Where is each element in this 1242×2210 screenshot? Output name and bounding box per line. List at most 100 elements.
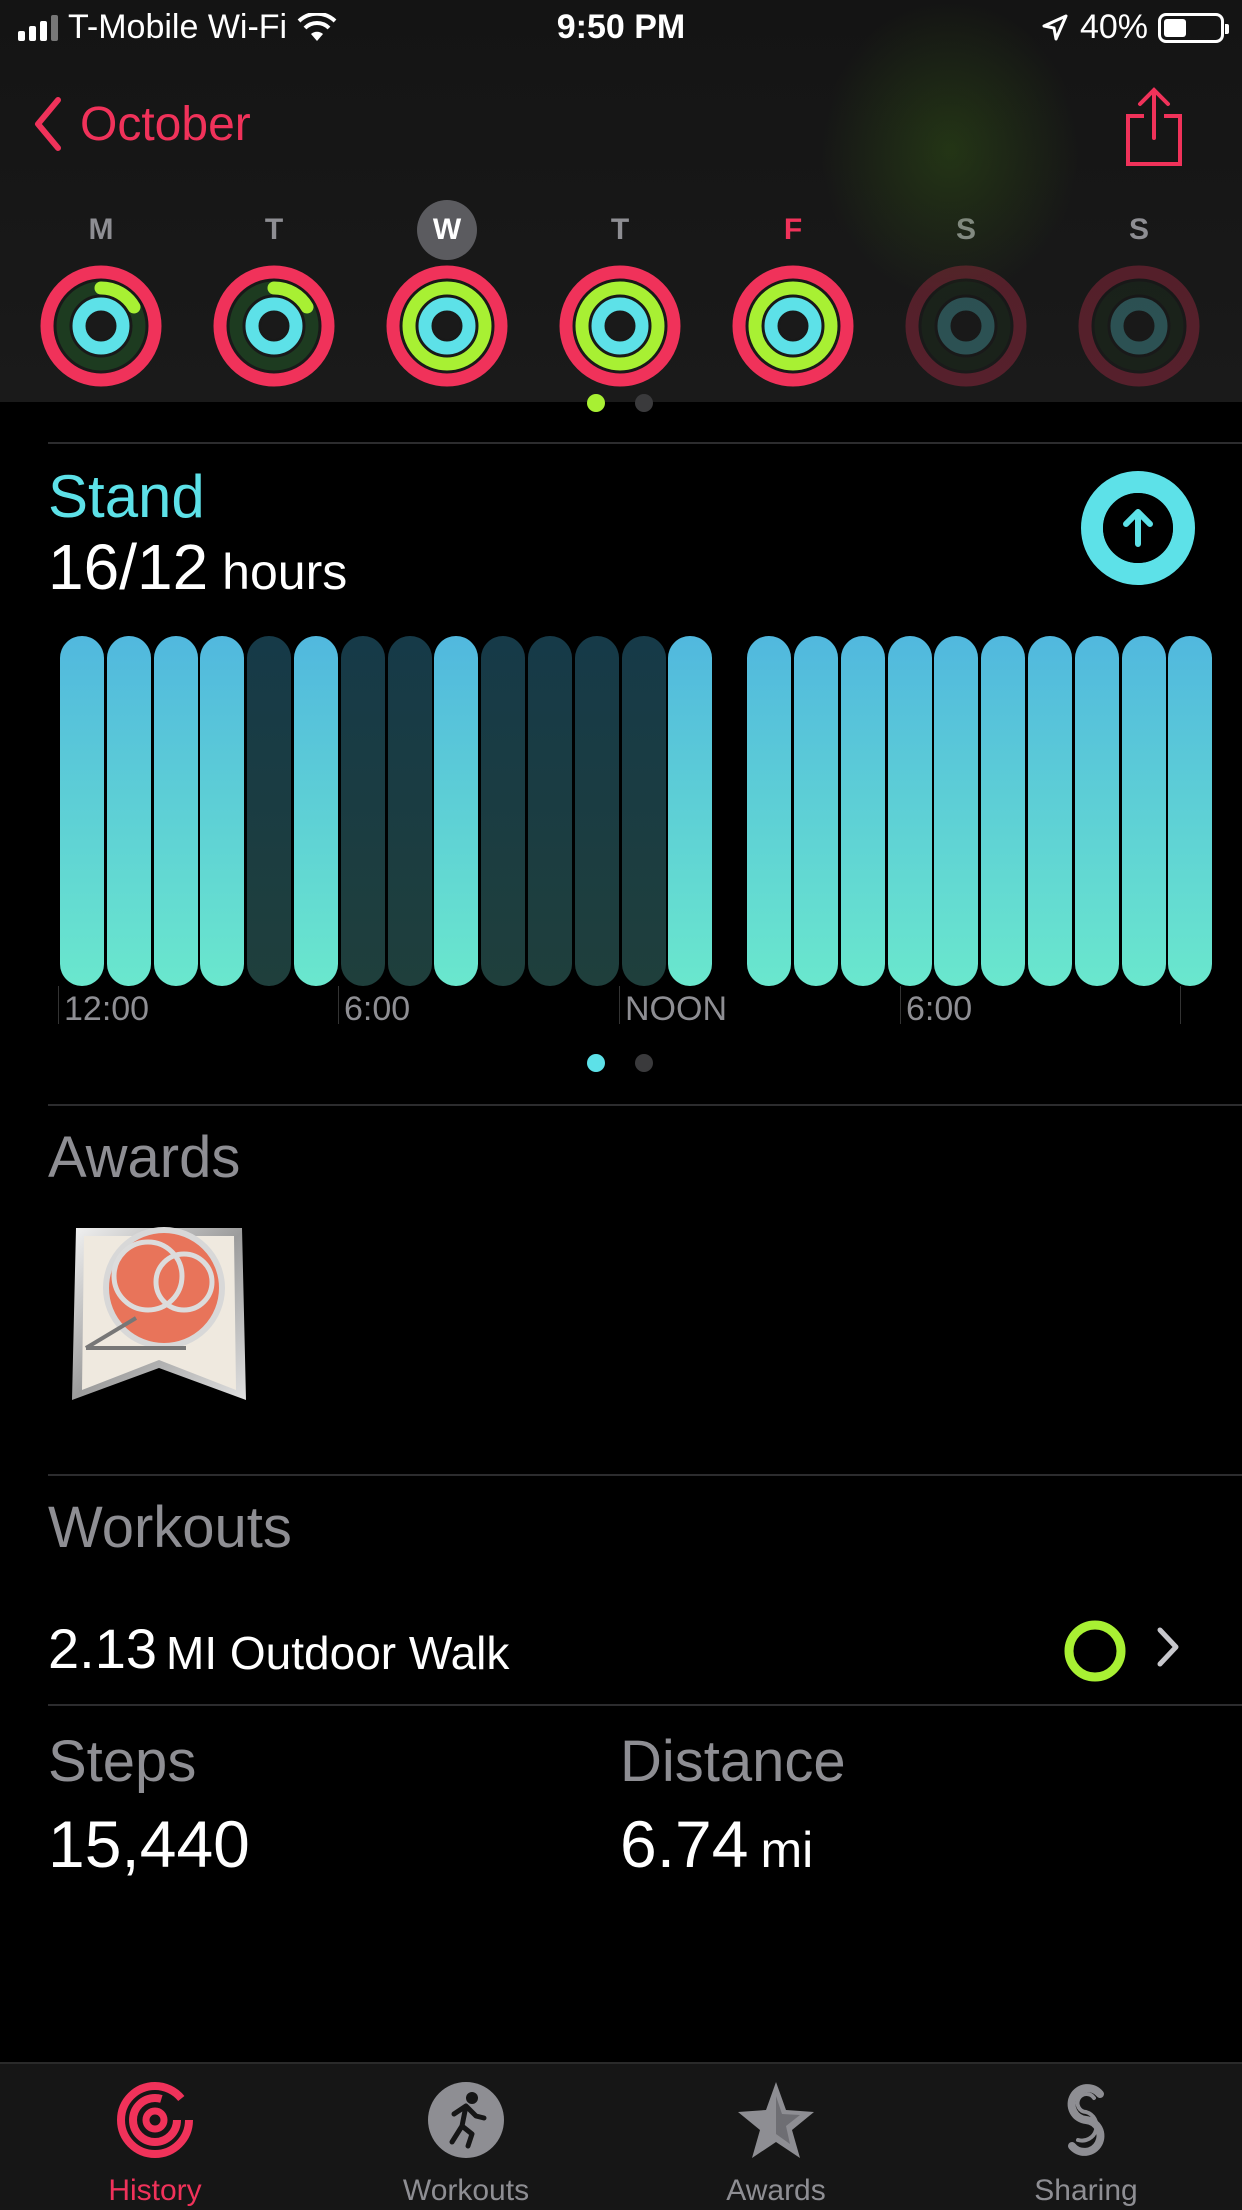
stand-hour-bar: [153, 636, 198, 986]
axis-tick: [338, 986, 339, 1024]
divider: [48, 1104, 1242, 1106]
stand-hour-bar: [200, 636, 245, 986]
tab-label: Sharing: [1034, 2174, 1138, 2207]
distance-number: 6.74: [620, 1807, 749, 1881]
distance-unit: mi: [760, 1822, 814, 1878]
stand-hour-bar: [1028, 636, 1072, 986]
divider: [48, 1474, 1242, 1476]
history-icon: [117, 2082, 193, 2158]
weekday-letter: F: [783, 213, 803, 246]
stand-hour-bar: [340, 636, 385, 986]
weekday-letter: W: [417, 200, 477, 260]
stand-hour-bar: [621, 636, 666, 986]
divider: [48, 1704, 1242, 1706]
day-activity-ring[interactable]: [212, 264, 336, 388]
stand-hour-bar: [106, 636, 151, 986]
divider: [48, 442, 1242, 444]
tab-label: Workouts: [402, 2174, 530, 2207]
tab-bar: History Workouts Awards Sharing: [0, 2062, 1242, 2210]
day-activity-ring[interactable]: [558, 264, 682, 388]
stand-ring-icon: [1081, 471, 1195, 585]
awards-icon: [738, 2082, 814, 2158]
award-badge[interactable]: [66, 1218, 252, 1418]
stand-hour-bar: [387, 636, 432, 986]
stand-hour-bar: [981, 636, 1026, 986]
back-button[interactable]: October: [34, 96, 251, 152]
axis-tick: [58, 986, 59, 1024]
stand-hour-bar: [1121, 636, 1166, 986]
chevron-right-icon: [1157, 1627, 1179, 1667]
stand-hour-bar: [481, 636, 526, 986]
distance-value: 6.74 mi: [620, 1806, 813, 1882]
share-icon[interactable]: [1124, 86, 1184, 168]
axis-tick: [619, 986, 620, 1024]
tab-sharing[interactable]: Sharing: [986, 2078, 1186, 2208]
axis-label: NOON: [625, 990, 727, 1028]
chevron-left-icon: [35, 97, 61, 151]
sharing-icon: [1067, 2084, 1105, 2156]
tab-label: Awards: [726, 2174, 826, 2207]
stand-hour-bar: [887, 636, 932, 986]
stand-hour-bar: [668, 636, 713, 986]
stand-hour-bar: [247, 636, 292, 986]
tab-awards[interactable]: Awards: [676, 2078, 876, 2208]
axis-tick: [900, 986, 901, 1024]
page-dot: [635, 1054, 653, 1072]
stand-value: 16/12 hours: [48, 530, 347, 604]
weekday-letter: T: [610, 213, 630, 246]
day-activity-ring[interactable]: [1077, 264, 1201, 388]
stand-title: Stand: [48, 463, 205, 530]
weekday-letter: S: [955, 213, 976, 246]
header: T-Mobile Wi-Fi 9:50 PM 40% October M T W T F…: [0, 0, 1242, 402]
stand-hours-unit: hours: [222, 544, 348, 600]
week-page-indicator: [0, 394, 1242, 412]
status-right: 40%: [1040, 8, 1229, 47]
back-label: October: [80, 97, 251, 151]
day-activity-ring[interactable]: [904, 264, 1028, 388]
axis-label: 6:00: [906, 990, 973, 1028]
stand-hour-bar: [434, 636, 479, 986]
axis-label: 12:00: [64, 990, 150, 1028]
workout-ring-icon: [1064, 1620, 1126, 1682]
stand-hour-bar: [1074, 636, 1119, 986]
workout-distance: 2.13: [48, 1617, 157, 1680]
weekday-letter: S: [1128, 213, 1149, 246]
stand-hour-bar: [934, 636, 979, 986]
awards-title: Awards: [48, 1125, 241, 1190]
tab-history[interactable]: History: [55, 2078, 255, 2208]
tab-workouts[interactable]: Workouts: [366, 2078, 566, 2208]
weekday-letter: T: [264, 213, 284, 246]
battery-percent: 40%: [1079, 8, 1148, 46]
workouts-icon: [428, 2082, 504, 2158]
workouts-title: Workouts: [48, 1495, 292, 1560]
steps-value: 15,440: [48, 1807, 250, 1881]
axis-tick: [1180, 986, 1181, 1024]
stand-hour-bar: [747, 636, 792, 986]
stand-hour-bar: [60, 636, 104, 986]
workout-outdoor-walk-row[interactable]: 2.13 MI Outdoor Walk: [0, 1600, 1242, 1696]
week-day-letters: MTWTFSS: [0, 200, 1242, 260]
page-dot: [635, 394, 653, 412]
day-activity-ring[interactable]: [385, 264, 509, 388]
stand-hour-bar: [574, 636, 619, 986]
day-activity-ring[interactable]: [731, 264, 855, 388]
stand-hours-value: 16/12: [48, 531, 209, 603]
tab-label: History: [108, 2174, 202, 2207]
weekday-letter: M: [88, 213, 114, 246]
page-dot-active: [587, 1054, 605, 1072]
steps-label: Steps: [48, 1729, 197, 1794]
stand-hour-bar: [294, 636, 338, 986]
axis-label: 6:00: [344, 990, 411, 1028]
stand-hour-chart: 12:00 6:00 NOON 6:00: [40, 630, 1213, 1050]
location-arrow-icon: [1042, 14, 1068, 40]
distance-label: Distance: [620, 1729, 846, 1794]
status-bar: T-Mobile Wi-Fi 9:50 PM 40%: [0, 0, 1242, 60]
clock: 9:50 PM: [556, 8, 686, 46]
workout-label: MI Outdoor Walk: [166, 1627, 510, 1679]
stand-hour-bar: [840, 636, 885, 986]
day-activity-ring[interactable]: [39, 264, 163, 388]
stand-hour-bar: [794, 636, 838, 986]
page-dot-active: [587, 394, 605, 412]
battery-icon: [1158, 12, 1229, 43]
stand-hour-bar: [1168, 636, 1213, 986]
